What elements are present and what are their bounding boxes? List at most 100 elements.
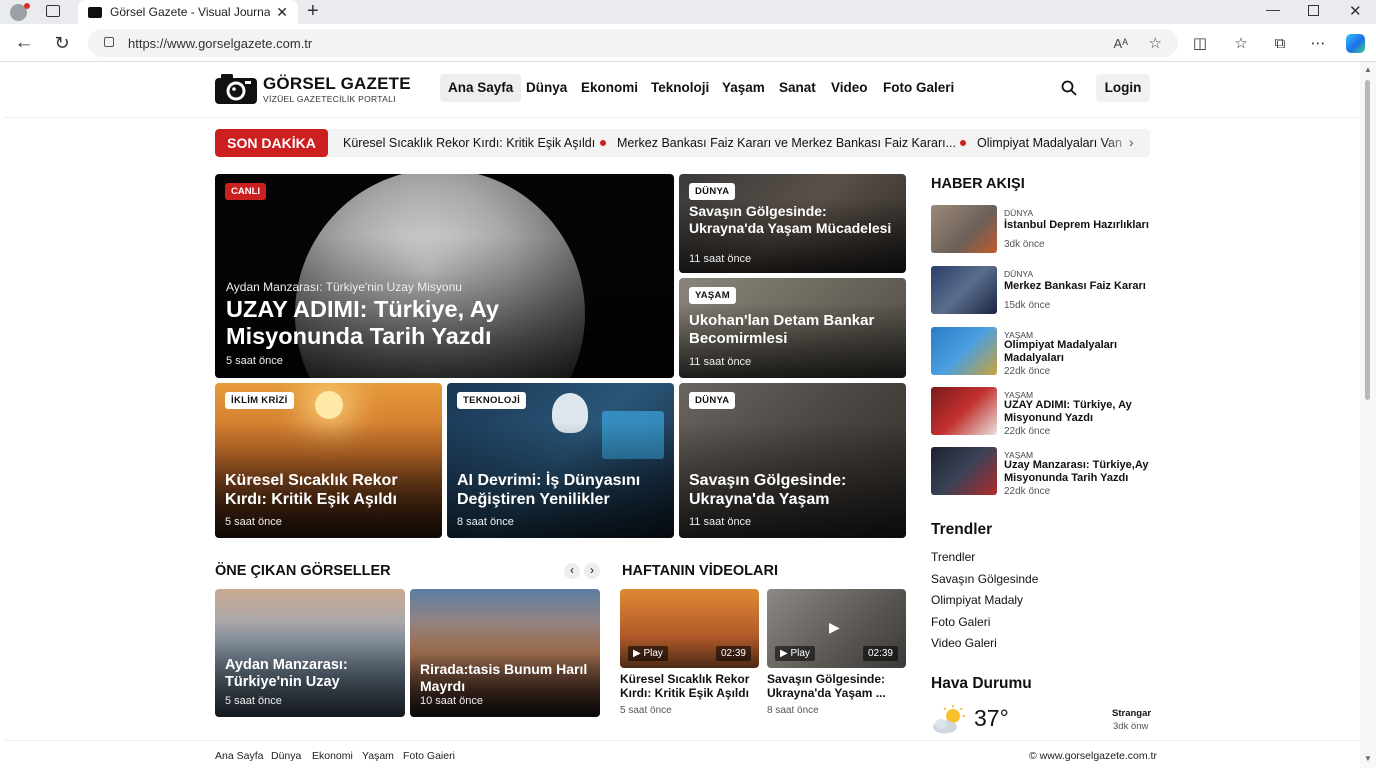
- chevron-left-icon[interactable]: ‹: [564, 563, 580, 579]
- close-window-icon[interactable]: ✕: [1349, 2, 1362, 20]
- site-name[interactable]: GÖRSEL GAZETE: [263, 74, 411, 94]
- weather-temperature: 37°: [974, 705, 1009, 731]
- chevron-right-icon[interactable]: ›: [1129, 134, 1134, 150]
- play-button[interactable]: ▶ Play: [775, 646, 815, 661]
- card-title[interactable]: Savaşın Gölgesinde: Ukrayna'da Yaşam Müc…: [689, 203, 898, 236]
- gallery-title[interactable]: Aydan Manzarası: Türkiye'nin Uzay: [225, 657, 397, 691]
- video-time: 5 saat önce: [620, 705, 672, 716]
- nav-video[interactable]: Video: [823, 74, 876, 102]
- search-icon[interactable]: [1061, 80, 1077, 96]
- footer-divider: [4, 740, 1360, 741]
- feed-item[interactable]: YAŞAM Olimpiyat Madalyaları Madalyaları …: [931, 327, 1156, 377]
- video-thumbnail[interactable]: ▶ ▶ Play 02:39: [767, 589, 906, 668]
- category-badge: TEKNOLOJİ: [457, 392, 527, 409]
- feed-category: DÜNYA: [1004, 269, 1034, 279]
- favorites-icon[interactable]: ☆: [1229, 31, 1253, 55]
- copilot-icon[interactable]: [1346, 34, 1365, 53]
- feed-item[interactable]: DÜNYA Merkez Bankası Faiz Kararı 15dk ön…: [931, 266, 1156, 316]
- address-bar-row: ← ↻ https://www.gorselgazete.com.tr Aᴬ ☆…: [0, 24, 1376, 62]
- feed-time: 22dk önce: [1004, 426, 1051, 437]
- gallery-card[interactable]: Aydan Manzarası: Türkiye'nin Uzay 5 saat…: [215, 589, 405, 717]
- category-badge: DÜNYA: [689, 392, 736, 409]
- video-title[interactable]: Savaşın Gölgesinde: Ukrayna'da Yaşam ...: [767, 672, 907, 701]
- trend-link[interactable]: Savaşın Gölgesinde: [931, 572, 1038, 586]
- feed-item[interactable]: YAŞAM UZAY ADIMI: Türkiye, Ay Misyonund …: [931, 387, 1156, 437]
- news-card[interactable]: DÜNYA Savaşın Gölgesinde: Ukrayna'da Yaş…: [679, 174, 906, 273]
- back-icon[interactable]: ←: [12, 31, 36, 55]
- url-input[interactable]: https://www.gorselgazete.com.tr Aᴬ ☆: [88, 29, 1178, 57]
- breaking-label: SON DAKİKA: [215, 129, 328, 157]
- news-card[interactable]: YAŞAM Ukohan'lan Detam Bankar Becomirmle…: [679, 278, 906, 378]
- camera-logo-icon[interactable]: [215, 72, 257, 104]
- footer-link[interactable]: Foto Gaieri: [403, 750, 455, 762]
- split-screen-icon[interactable]: ◫: [1188, 31, 1212, 55]
- favorite-star-icon[interactable]: ☆: [1149, 34, 1162, 52]
- minimize-icon[interactable]: —: [1266, 1, 1280, 17]
- nav-teknoloji[interactable]: Teknoloji: [643, 74, 717, 102]
- feed-title[interactable]: Uzay Manzarası: Türkiye,Ay Misyonunda Ta…: [1004, 459, 1154, 484]
- feed-title[interactable]: Olimpiyat Madalyaları Madalyaları: [1004, 339, 1154, 364]
- play-button[interactable]: ▶ Play: [628, 646, 668, 661]
- trend-link[interactable]: Video Galeri: [931, 636, 997, 650]
- new-tab-icon[interactable]: +: [307, 0, 319, 23]
- news-card[interactable]: DÜNYA Savaşın Gölgesinde: Ukrayna'da Yaş…: [679, 383, 906, 538]
- browser-tab[interactable]: Görsel Gazete - Visual Journalism ✕: [78, 0, 298, 24]
- video-title[interactable]: Küresel Sıcaklık Rekor Kırdı: Kritik Eşi…: [620, 672, 760, 701]
- footer-link[interactable]: Dünya: [271, 750, 301, 762]
- breaking-item[interactable]: Küresel Sıcaklık Rekor Kırdı: Kritik Eşi…: [343, 136, 595, 150]
- nav-ekonomi[interactable]: Ekonomi: [573, 74, 646, 102]
- play-icon[interactable]: ▶: [829, 619, 840, 636]
- news-card[interactable]: İKLİM KRİZİ Küresel Sıcaklık Rekor Kırdı…: [215, 383, 442, 538]
- nav-yasam[interactable]: Yaşam: [714, 74, 773, 102]
- footer-copyright: © www.gorselgazete.com.tr: [1029, 750, 1157, 762]
- hero-title[interactable]: UZAY ADIMI: Türkiye, Ay Misyonunda Tarih…: [226, 296, 556, 349]
- card-title[interactable]: Ukohan'lan Detam Bankar Becomirmlesi: [689, 312, 898, 347]
- breaking-item[interactable]: Merkez Bankası Faiz Kararı ve Merkez Ban…: [617, 136, 956, 150]
- feed-title[interactable]: İstanbul Deprem Hazırlıkları: [1004, 219, 1154, 232]
- trend-link[interactable]: Trendler: [931, 550, 975, 564]
- feed-item[interactable]: DÜNYA İstanbul Deprem Hazırlıkları 3dk ö…: [931, 205, 1156, 255]
- more-menu-icon[interactable]: ⋯: [1306, 31, 1330, 55]
- footer-link[interactable]: Yaşam: [362, 750, 394, 762]
- gallery-title[interactable]: Rirada:tasis Bunum Harıl Mayrdı: [420, 661, 592, 694]
- video-thumbnail[interactable]: ▶ Play 02:39: [620, 589, 759, 668]
- login-button[interactable]: Login: [1096, 74, 1150, 102]
- card-title[interactable]: AI Devrimi: İş Dünyasını Değiştiren Yeni…: [457, 472, 666, 510]
- site-header: GÖRSEL GAZETE VİZÜEL GAZETECİLİK PORTALI…: [4, 62, 1360, 118]
- breaking-item[interactable]: Olimpiyat Madalyaları Van: [977, 136, 1135, 150]
- feed-time: 22dk önce: [1004, 486, 1051, 497]
- gallery-card[interactable]: Rirada:tasis Bunum Harıl Mayrdı 10 saat …: [410, 589, 600, 717]
- feed-time: 15dk önce: [1004, 300, 1051, 311]
- browser-tab-bar: Görsel Gazete - Visual Journalism ✕ + — …: [0, 0, 1376, 24]
- feed-item[interactable]: YAŞAM Uzay Manzarası: Türkiye,Ay Misyonu…: [931, 447, 1156, 497]
- maximize-icon[interactable]: [1308, 5, 1319, 16]
- feed-title[interactable]: UZAY ADIMI: Türkiye, Ay Misyonund Yazdı: [1004, 399, 1154, 424]
- nav-foto-galeri[interactable]: Foto Galeri: [875, 74, 962, 102]
- read-aloud-icon[interactable]: Aᴬ: [1113, 36, 1128, 51]
- gallery-time: 10 saat önce: [420, 695, 483, 707]
- hero-card[interactable]: CANLI Aydan Manzarası: Türkiye'nin Uzay …: [215, 174, 674, 378]
- refresh-icon[interactable]: ↻: [50, 31, 74, 55]
- nav-sanat[interactable]: Sanat: [771, 74, 824, 102]
- news-card[interactable]: TEKNOLOJİ AI Devrimi: İş Dünyasını Değiş…: [447, 383, 674, 538]
- scrollbar-thumb[interactable]: [1365, 80, 1370, 400]
- collections-icon[interactable]: ⧉: [1268, 31, 1292, 55]
- trend-link[interactable]: Foto Galeri: [931, 615, 990, 629]
- trend-link[interactable]: Olimpiyat Madaly: [931, 593, 1023, 607]
- nav-dunya[interactable]: Dünya: [518, 74, 575, 102]
- scroll-up-arrow-icon[interactable]: ▲: [1364, 65, 1372, 74]
- gallery-time: 5 saat önce: [225, 695, 282, 707]
- video-duration: 02:39: [862, 646, 898, 661]
- nav-ana-sayfa[interactable]: Ana Sayfa: [440, 74, 522, 102]
- scroll-down-arrow-icon[interactable]: ▼: [1364, 754, 1372, 763]
- footer-link[interactable]: Ana Sayfa: [215, 750, 263, 762]
- chevron-right-icon[interactable]: ›: [584, 563, 600, 579]
- tab-actions-icon[interactable]: [46, 5, 60, 17]
- page-scrollbar[interactable]: ▲ ▼: [1360, 62, 1376, 768]
- card-title[interactable]: Küresel Sıcaklık Rekor Kırdı: Kritik Eşi…: [225, 472, 434, 510]
- card-title[interactable]: Savaşın Gölgesinde: Ukrayna'da Yaşam: [689, 472, 898, 510]
- feed-category: DÜNYA: [1004, 208, 1034, 218]
- tab-close-icon[interactable]: ✕: [276, 4, 288, 21]
- feed-title[interactable]: Merkez Bankası Faiz Kararı: [1004, 280, 1154, 293]
- footer-link[interactable]: Ekonomi: [312, 750, 353, 762]
